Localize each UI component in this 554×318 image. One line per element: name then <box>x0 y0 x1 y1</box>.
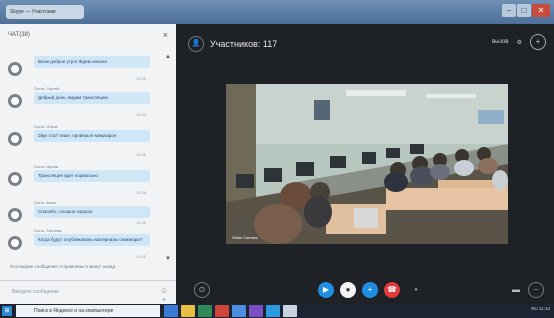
message-time: 11:06 <box>136 152 146 157</box>
taskbar-apps <box>164 305 297 317</box>
avatar[interactable] <box>8 132 22 146</box>
scroll-up-icon[interactable]: ▲ <box>165 54 171 60</box>
taskbar-app-icon[interactable] <box>215 305 229 317</box>
message-bubble: Звук стал тише, проверьте микрофон <box>34 130 150 142</box>
chat-panel: ЧАТ(38) × Всем доброе утро! Ждем начала … <box>0 24 176 304</box>
maximize-button[interactable]: □ <box>517 4 531 17</box>
message-bubble: Добрый день, видим трансляцию <box>34 92 150 104</box>
minimize-button[interactable]: – <box>502 4 516 17</box>
chat-status-text: Последние сообщения отправлены 5 минут н… <box>10 264 115 269</box>
participants-count: Участников: 117 <box>210 39 278 49</box>
message-author: Гость: Сергей <box>34 86 60 91</box>
scroll-down-icon[interactable]: ▼ <box>165 256 171 262</box>
message-time: 11:08 <box>136 190 146 195</box>
avatar[interactable] <box>8 62 22 76</box>
avatar[interactable] <box>8 208 22 222</box>
chat-input-placeholder: Введите сообщение <box>12 289 59 295</box>
chat-message: Гость: Ольга Звук стал тише, проверьте м… <box>6 124 168 160</box>
chat-message: Гость: Сергей Добрый день, видим трансля… <box>6 86 168 120</box>
call-signal-label: вызов <box>491 39 509 45</box>
taskbar-app-icon[interactable] <box>232 305 246 317</box>
message-bubble: Спасибо, слышно хорошо <box>34 206 150 218</box>
call-top-controls: вызов ⚙ + <box>492 34 546 50</box>
message-author: Гость: Татьяна <box>34 228 62 233</box>
chat-message-input[interactable]: Введите сообщение ☺ + <box>0 280 176 304</box>
attach-icon[interactable]: + <box>162 297 166 304</box>
windows-start-icon[interactable]: ⊞ <box>2 306 12 316</box>
fullscreen-icon[interactable]: − <box>528 282 544 298</box>
taskbar-app-icon[interactable] <box>164 305 178 317</box>
video-toggle-button[interactable]: ▶ <box>318 282 334 298</box>
microphone-button[interactable]: ● <box>340 282 356 298</box>
chat-message: Гость: Анна Спасибо, слышно хорошо 11:10 <box>6 200 168 226</box>
video-label: Video Camera <box>232 235 258 240</box>
settings-icon[interactable]: ⚙ <box>517 39 522 46</box>
message-author: Гость: Ирина <box>34 164 59 169</box>
chat-toggle-icon[interactable]: ▬ <box>508 282 524 298</box>
avatar[interactable] <box>8 236 22 250</box>
chat-title: ЧАТ(38) <box>8 32 30 38</box>
close-chat-icon[interactable]: × <box>163 30 168 40</box>
message-author: Гость: Ольга <box>34 124 58 129</box>
taskbar-app-icon[interactable] <box>249 305 263 317</box>
participants-icon[interactable]: 👤 <box>188 36 204 52</box>
message-time: 11:10 <box>136 220 146 225</box>
call-area: 👤 Участников: 117 вызов ⚙ + Video Camera… <box>176 24 554 304</box>
message-time: 11:12 <box>136 254 146 259</box>
more-options-icon[interactable]: • <box>408 282 424 298</box>
message-bubble: Трансляция идет нормально <box>34 170 150 182</box>
taskbar: ⊞ Поиск в Яндексе и на компьютере RU 11:… <box>0 304 554 318</box>
message-time: 11:04 <box>136 112 146 117</box>
message-time: 11:02 <box>136 76 146 81</box>
avatar[interactable] <box>8 172 22 186</box>
emoji-icon[interactable]: ☺ <box>160 286 168 295</box>
close-window-button[interactable]: ✕ <box>532 4 550 17</box>
chat-message: Гость: Ирина Трансляция идет нормально 1… <box>6 164 168 198</box>
taskbar-app-icon[interactable] <box>181 305 195 317</box>
taskbar-app-icon[interactable] <box>198 305 212 317</box>
taskbar-search-input[interactable]: Поиск в Яндексе и на компьютере <box>16 305 160 317</box>
chat-message: Всем доброе утро! Ждем начала 11:02 <box>6 54 168 82</box>
message-bubble: Всем доброе утро! Ждем начала <box>34 56 150 68</box>
message-bubble: Когда будут опубликованы материалы семин… <box>34 234 150 246</box>
chat-message: Гость: Татьяна Когда будут опубликованы … <box>6 228 168 260</box>
participants-header[interactable]: 👤 Участников: 117 <box>188 36 277 52</box>
video-frame <box>226 84 508 244</box>
share-screen-button[interactable]: + <box>362 282 378 298</box>
message-author: Гость: Анна <box>34 200 56 205</box>
call-controls: ⊙ ▶ ● + ☎ • ▬ − <box>176 278 554 302</box>
window-titlebar: Skype — Участники – □ ✕ <box>0 0 554 24</box>
system-tray[interactable]: RU 11:14 <box>531 306 550 311</box>
taskbar-app-icon[interactable] <box>283 305 297 317</box>
video-stream[interactable]: Video Camera <box>226 84 508 244</box>
taskbar-app-icon[interactable] <box>266 305 280 317</box>
window-buttons: – □ ✕ <box>502 4 550 18</box>
end-call-button[interactable]: ☎ <box>384 282 400 298</box>
avatar[interactable] <box>8 94 22 108</box>
window-title-tab[interactable]: Skype — Участники <box>6 5 84 19</box>
add-participant-icon[interactable]: + <box>530 34 546 50</box>
chat-header: ЧАТ(38) × <box>0 24 176 46</box>
call-info-icon[interactable]: ⊙ <box>194 282 210 298</box>
